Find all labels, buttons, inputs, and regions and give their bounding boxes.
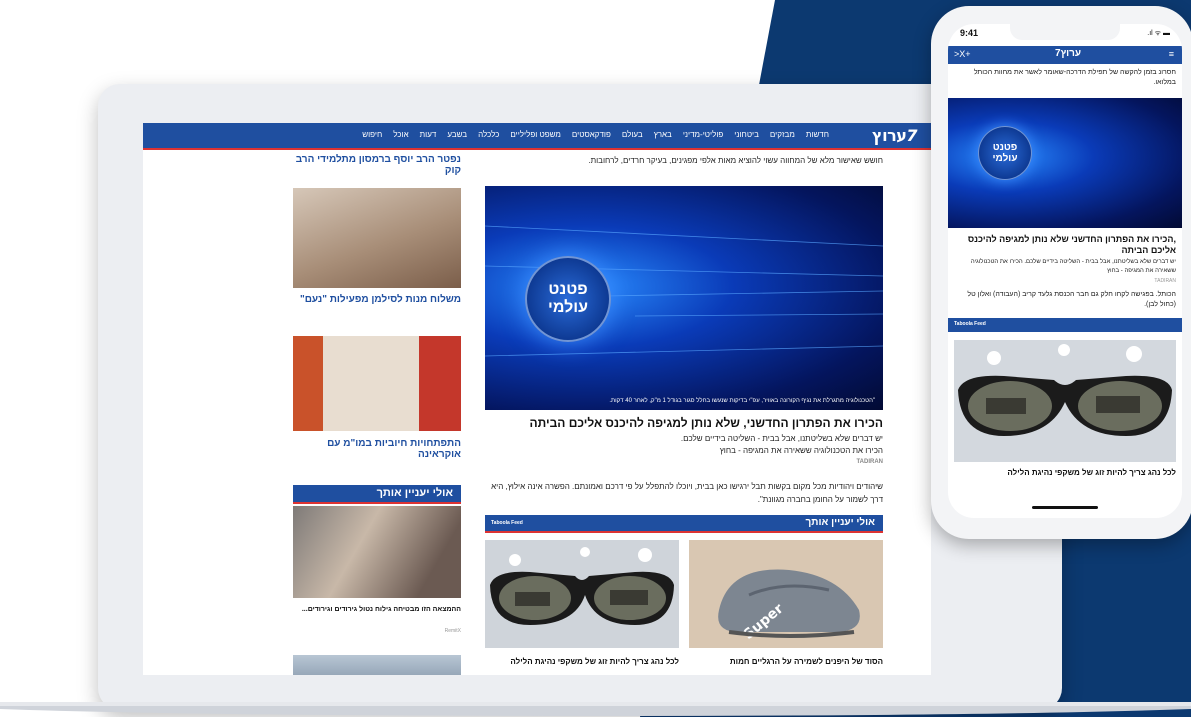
sidebar: נפטר הרב יוסף ברמסון מתלמידי הרב קוק משל… — [293, 150, 461, 675]
phone-screen: 9:41 .ıl ᯤ ▬ +X< ערוץ7 ≡ חסרונ בזמן להקש… — [948, 24, 1182, 518]
laptop-screen: 7ערוץ חדשות מבזקים ביטחוני פוליטי-מדיני … — [143, 123, 931, 675]
nav-item-search[interactable]: חיפוש — [362, 130, 382, 139]
card-caption: לכל נהג צריך להיות זוג של משקפי נהיגת הל… — [510, 657, 679, 666]
signal-icon: .ıl ᯤ ▬ — [1147, 30, 1170, 37]
nav-item-israel[interactable]: בארץ — [654, 130, 672, 139]
phone-paragraph: הכותל. בפגישה לקחו חלק גם חבר הכנסת גלעד… — [967, 291, 1176, 308]
phone-advertiser: TADIRAN — [1154, 278, 1176, 284]
nav-item-world[interactable]: בעולם — [622, 130, 643, 139]
recommendation-card[interactable]: לכל נהג צריך להיות זוג של משקפי נהיגת הל… — [485, 540, 679, 666]
phone-article-tail: חסרונ בזמן להקשה של תפילת הדרכה-שאומר לא… — [973, 69, 1176, 86]
nav-item-law[interactable]: משפט ופליליים — [510, 130, 561, 139]
sidebar-photo-shaver[interactable] — [293, 506, 461, 598]
sidebar-headline-2[interactable]: משלוח מנות לסילמן מפעילות "נעם" — [293, 294, 461, 305]
phone-subtitle: יש דברים שלא בשליטתנו, אבל בבית - השליטה… — [970, 259, 1176, 274]
nav-menu: חדשות מבזקים ביטחוני פוליטי-מדיני בארץ ב… — [362, 130, 829, 139]
menu-icon[interactable]: ≡ — [1169, 49, 1174, 59]
sidebar-photo-gift[interactable] — [293, 188, 461, 288]
nav-item-flashes[interactable]: מבזקים — [770, 130, 795, 139]
phone-hero-image[interactable]: פטנט עולמי — [948, 98, 1182, 228]
phone-taboola-logo[interactable]: Taboola Feed — [954, 321, 986, 327]
advertiser-label: TADIRAN — [856, 459, 883, 465]
patent-badge: פטנט עולמי — [525, 256, 611, 342]
sidebar-recommendations-title: אולי יעניין אותך — [376, 487, 453, 499]
phone-notch — [1010, 24, 1120, 40]
phone-taboola-bar: Taboola Feed — [948, 318, 1182, 332]
hero-caption: "הטכנולוגיה מתגרלת את נגיף הקורונה באווי… — [609, 398, 875, 404]
slippers-image: Super — [689, 540, 883, 648]
sidebar-headline-1[interactable]: נפטר הרב יוסף ברמסון מתלמידי הרב קוק — [293, 154, 461, 176]
phone-glasses-image[interactable] — [954, 340, 1176, 462]
phone-logo[interactable]: ערוץ7 — [1055, 48, 1081, 59]
sidebar-photo-car[interactable] — [293, 655, 461, 675]
phone-navbar: +X< ערוץ7 ≡ — [948, 46, 1182, 64]
close-icon[interactable]: +X< — [954, 49, 971, 59]
nav-item-opinions[interactable]: דעות — [420, 130, 437, 139]
recommendations-title: אולי יעניין אותך — [805, 517, 875, 528]
site-navbar: 7ערוץ חדשות מבזקים ביטחוני פוליטי-מדיני … — [143, 123, 931, 148]
main-column: חושש שאישור מלא של המחווה עשוי להוציא מא… — [485, 150, 883, 675]
nav-item-politics[interactable]: פוליטי-מדיני — [683, 130, 723, 139]
sidebar-ad-source: RemitX — [444, 628, 461, 634]
card-caption: הסוד של היפנים לשמירה על הרגליים חמות — [729, 657, 883, 666]
nav-item-economy[interactable]: כלכלה — [478, 130, 499, 139]
recommendation-card[interactable]: Super הסוד של היפנים לשמירה על הרגליים ח… — [689, 540, 883, 666]
status-time: 9:41 — [960, 28, 979, 38]
article-tail-text: חושש שאישור מלא של המחווה עשוי להוציא מא… — [588, 156, 883, 165]
nav-item-news[interactable]: חדשות — [806, 130, 829, 139]
recommendations-header: אולי יעניין אותך Taboola Feed — [485, 515, 883, 533]
sidebar-headline-3[interactable]: התפתחויות חיוביות במו"מ עם אוקראינה — [293, 438, 461, 460]
taboola-logo[interactable]: Taboola Feed — [491, 520, 523, 526]
night-glasses-image — [485, 540, 679, 648]
nav-item-podcasts[interactable]: פודקאסטים — [572, 130, 611, 139]
article-subtitle-2: הכירו את הטכנולוגיה ששאירה את המגיפה - ב… — [719, 446, 883, 455]
hero-ad-image[interactable]: פטנט עולמי "הטכנולוגיה מתגרלת את נגיף הקו… — [485, 186, 883, 410]
phone-patent-badge: פטנט עולמי — [978, 126, 1032, 180]
article-paragraph: שיהודים ויהודיות מכל מקום בקשות תבל ירגי… — [491, 482, 883, 504]
home-indicator — [1032, 506, 1098, 509]
phone-headline[interactable]: ,הכירו את הפתרון החדשני שלא נותן למגיפה … — [954, 234, 1176, 256]
article-headline[interactable]: הכירו את הפתרון החדשני, שלא נותן למגיפה … — [485, 416, 884, 430]
laptop-base — [0, 702, 1191, 716]
site-logo[interactable]: 7ערוץ — [872, 126, 917, 145]
nav-item-food[interactable]: אוכל — [393, 130, 408, 139]
nav-item-security[interactable]: ביטחוני — [734, 130, 759, 139]
sidebar-photo-meeting[interactable] — [293, 336, 461, 431]
phone-card-caption[interactable]: לכל נהג צריך להיות זוג של משקפי נהיגת הל… — [954, 468, 1176, 477]
article-subtitle-1: יש דברים שלא בשליטתנו, אבל בבית - השליטה… — [680, 434, 883, 443]
sidebar-ad-caption[interactable]: ההמצאה הזו מבטיחה גילוח נטול גירודים וגי… — [293, 604, 461, 615]
sidebar-recommendations-header: אולי יעניין אותך — [293, 485, 461, 504]
nav-item-besheva[interactable]: בשבע — [447, 130, 467, 139]
